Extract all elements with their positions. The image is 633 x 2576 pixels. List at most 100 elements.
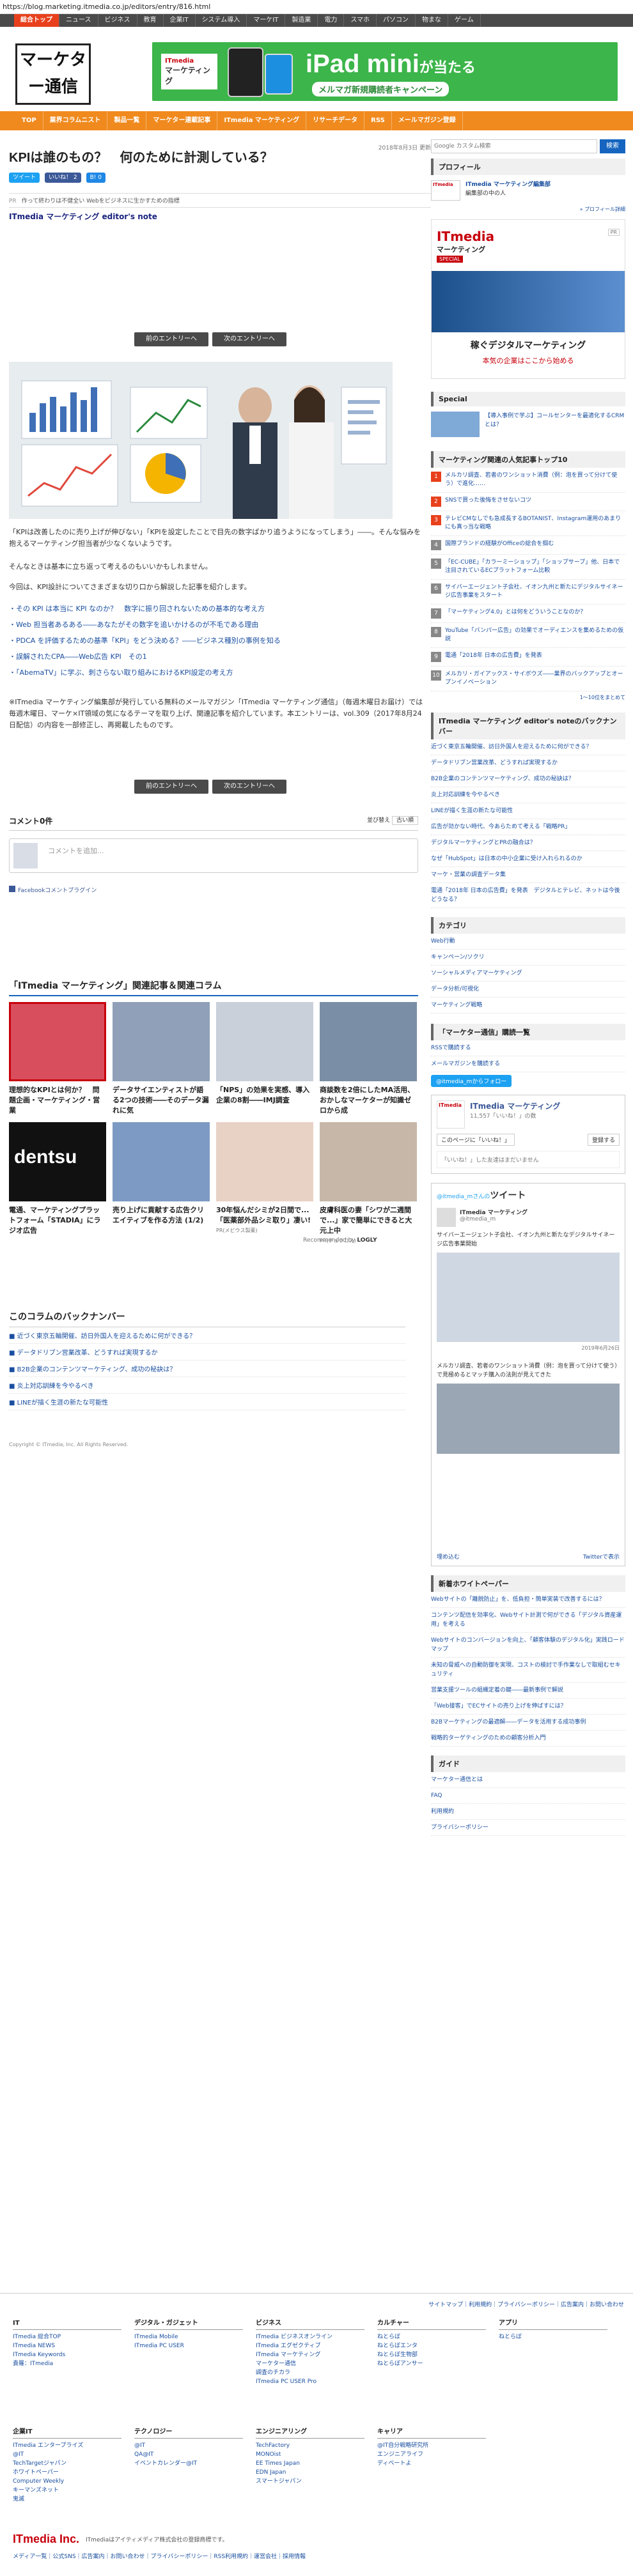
- footer-link[interactable]: QA@IT: [134, 2450, 243, 2459]
- fb-share-button[interactable]: 登録する: [587, 1134, 620, 1146]
- editors-item[interactable]: マーケ・営業の調査データ集: [431, 867, 625, 883]
- footer-link[interactable]: ITmedia 総合TOP: [13, 2333, 121, 2341]
- footer-link[interactable]: @IT自分戦略研究所: [377, 2441, 486, 2450]
- ranking-item[interactable]: 10 メルカリ・ガイアックス・サイボウズ――業界のバックアップとオープンイノベーシ…: [431, 667, 625, 691]
- special-item[interactable]: 【導入事例で学ぶ】コールセンターを最適化するCRMとは？: [431, 406, 625, 442]
- ranking-item[interactable]: 9 電通「2018年 日本の広告費」を発表: [431, 648, 625, 667]
- editors-item[interactable]: 炎上対応訓練を今やるべき: [431, 787, 625, 803]
- whitepaper-item[interactable]: B2Bマーケティングの最適解――データを活用する成功事例: [431, 1715, 625, 1731]
- category-item[interactable]: データ分析/可視化: [431, 982, 625, 998]
- hatena-bookmark-button[interactable]: B! 0: [86, 173, 106, 183]
- whitepaper-item[interactable]: Webサイトの「離脱防止」を、低負担・簡単実装で改善するには？: [431, 1592, 625, 1608]
- subscribe-item[interactable]: メールマガジンを購読する: [431, 1056, 625, 1072]
- tweet-view-link[interactable]: Twitterで表示: [583, 1552, 620, 1561]
- category-item[interactable]: マーケティング戦略: [431, 998, 625, 1014]
- fb-like-page-button[interactable]: このページに「いいね！」: [437, 1134, 515, 1146]
- facebook-like-button[interactable]: いいね！ 2: [45, 173, 81, 183]
- logly-logo[interactable]: LOGLY: [357, 1237, 377, 1244]
- editors-item[interactable]: 近づく東京五輪開催、訪日外国人を迎えるために何ができる？: [431, 739, 625, 755]
- site-nav-item[interactable]: 製品一覧: [107, 111, 147, 130]
- footer-link[interactable]: キーマンズネット: [13, 2486, 121, 2495]
- related-article-link[interactable]: ・Web 担当者あるある――あなたがその数字を追いかけるのが不毛である理由: [9, 619, 281, 629]
- site-nav-item[interactable]: 業界コラムニスト: [43, 111, 108, 130]
- comment-input[interactable]: コメントを追加...: [9, 838, 418, 873]
- sort-select[interactable]: 古い順: [391, 816, 418, 825]
- whitepaper-item[interactable]: 「Web接客」でECサイトの売り上げを伸ばすには？: [431, 1699, 625, 1715]
- backnumber-item[interactable]: ■ 炎上対応訓練を今やるべき: [9, 1377, 405, 1394]
- next-entry-button-bottom[interactable]: 次のエントリーへ: [212, 780, 286, 794]
- footer-link[interactable]: ITmedia PC USER: [134, 2341, 243, 2350]
- related-article-link[interactable]: ・「AbemaTV」に学ぶ、刺さらない取り組みにおけるKPI設定の考え方: [9, 667, 281, 677]
- backnumber-item[interactable]: ■ LINEが描く生涯の新たな可能性: [9, 1394, 405, 1410]
- footer-link[interactable]: ねとらぼ生物部: [377, 2350, 486, 2359]
- related-card[interactable]: 30年悩んだシミが2日間で...「医薬部外品シミ取り」凄い! PR(メビウス製薬): [216, 1122, 313, 1234]
- footer-link[interactable]: @IT: [13, 2450, 121, 2459]
- backnumber-item[interactable]: ■ 近づく東京五輪開催、訪日外国人を迎えるために何ができる？: [9, 1327, 405, 1344]
- footer-link[interactable]: ITmedia マーケティング: [256, 2350, 364, 2359]
- editors-item[interactable]: 広告が効かない時代、今あらためて考える「戦略PR」: [431, 819, 625, 835]
- category-item[interactable]: Web行動: [431, 934, 625, 950]
- footer-link[interactable]: TechTargetジャパン: [13, 2459, 121, 2468]
- site-nav-item[interactable]: TOP: [15, 111, 43, 130]
- ranking-item[interactable]: 3 テレビCMなしでも急成長するBOTANIST、Instagram運用のあまりに…: [431, 511, 625, 536]
- global-nav-item[interactable]: 教育: [137, 14, 164, 27]
- related-card[interactable]: 商談数を2倍にしたMA活用、おかしなマーケターが知識ゼロから成: [320, 1002, 417, 1116]
- tweet-button[interactable]: ツイート: [9, 173, 40, 183]
- footer-link[interactable]: ねとらぼ: [377, 2333, 486, 2341]
- pr-line[interactable]: PR 作って終わりは不健全い Webをビジネスに生かすための指標: [9, 193, 431, 208]
- footer-link[interactable]: ねとらぼアンサー: [377, 2359, 486, 2368]
- footer-links[interactable]: サイトマップ｜利用規約｜プライバシーポリシー｜広告案内｜お問い合わせ: [428, 2300, 624, 2308]
- ranking-item[interactable]: 7 「マーケティング4.0」とは何をどういうことなのか？: [431, 605, 625, 623]
- fb-page-name[interactable]: ITmedia マーケティング: [470, 1100, 560, 1111]
- ranking-item[interactable]: 8 YouTube「バンパー広告」の効果でオーディエンスを集めるための仮説: [431, 623, 625, 648]
- related-card[interactable]: 売り上げに貢献する広告クリエイティブを作る方法 (1/2): [113, 1122, 210, 1226]
- global-nav-item[interactable]: 物まな: [416, 14, 449, 27]
- footer-link[interactable]: ねとらぼエンタ: [377, 2341, 486, 2350]
- footer-link[interactable]: スマートジャパン: [256, 2477, 364, 2486]
- global-nav-item[interactable]: 製造業: [285, 14, 318, 27]
- related-card[interactable]: 「NPS」の効果を実感、導入企業の8割――IMJ調査: [216, 1002, 313, 1106]
- tweet-image-2[interactable]: [437, 1384, 620, 1454]
- site-logo[interactable]: マーケター通信: [15, 43, 91, 105]
- site-nav-item[interactable]: メールマガジン登録: [392, 111, 463, 130]
- footer-link[interactable]: ディベートよ: [377, 2459, 486, 2468]
- footer-link[interactable]: Computer Weekly: [13, 2477, 121, 2486]
- related-card[interactable]: 皮膚科医の妻「シワが二週間で...」家で簡単にできると大元上中 PR(チュラコス): [320, 1122, 417, 1244]
- ranking-item[interactable]: 6 サイバーエージェント子会社、イオン九州と新たにデジタルサイネージ広告事業をスタ…: [431, 580, 625, 605]
- profile-more-link[interactable]: » プロフィール詳細: [431, 206, 625, 213]
- guide-item[interactable]: プライバシーポリシー: [431, 1820, 625, 1836]
- related-card[interactable]: データサイエンティストが語る2つの技術――そのデータ漏れに気: [113, 1002, 210, 1116]
- profile-name[interactable]: ITmedia マーケティング編集部: [465, 181, 551, 188]
- tweet-image-1[interactable]: [437, 1253, 620, 1342]
- related-card[interactable]: dentsu 電通、マーケティングプラットフォーム「STADIA」にラジオ広告: [9, 1122, 106, 1236]
- guide-item[interactable]: FAQ: [431, 1788, 625, 1804]
- guide-item[interactable]: マーケター通信とは: [431, 1772, 625, 1788]
- url-bar[interactable]: https://blog.marketing.itmedia.co.jp/edi…: [0, 0, 633, 14]
- follow-button[interactable]: @itmedia_mからフォロー: [431, 1075, 512, 1087]
- footer-link[interactable]: ねとらぼ: [499, 2333, 607, 2341]
- tweet-user-name[interactable]: ITmedia マーケティング: [460, 1210, 528, 1216]
- footer-link[interactable]: マーケター通信: [256, 2359, 364, 2368]
- editors-item[interactable]: なぜ「HubSpot」は日本の中小企業に受け入れられるのか: [431, 851, 625, 867]
- ranking-more-link[interactable]: 1〜10位をまとめて: [431, 694, 625, 701]
- footer-link[interactable]: 貴羅：ITmedia: [13, 2359, 121, 2368]
- footer-link[interactable]: 鬼滅: [13, 2495, 121, 2504]
- guide-item[interactable]: 利用規約: [431, 1804, 625, 1820]
- whitepaper-item[interactable]: 戦略的ターゲティングのための顧客分析入門: [431, 1731, 625, 1747]
- backnumber-item[interactable]: ■ データドリブン営業改革、どうすれば実現するか: [9, 1344, 405, 1361]
- facebook-plugin-label[interactable]: Facebookコメントプラグイン: [9, 886, 418, 894]
- ranking-item[interactable]: 4 国際ブランドの経験がOfficeの総合を掴む: [431, 536, 625, 555]
- footer-link[interactable]: MONOist: [256, 2450, 364, 2459]
- editors-item[interactable]: B2B企業のコンテンツマーケティング、成功の秘訣は？: [431, 771, 625, 787]
- editors-item[interactable]: デジタルマーケティングとPRの融合は？: [431, 835, 625, 851]
- editors-item[interactable]: 電通「2018年 日本の広告費」を発表 デジタルとテレビ、ネットは今後どうなる？: [431, 883, 625, 908]
- related-article-link[interactable]: ・その KPI は本当に KPI なのか？ 数字に振り回されないための基本的な考…: [9, 603, 281, 613]
- search-input[interactable]: [431, 139, 597, 153]
- whitepaper-item[interactable]: Webサイトのコンバージョンを向上、「顧客体験のデジタル化」実践ロードマップ: [431, 1633, 625, 1658]
- backnumber-item[interactable]: ■ B2B企業のコンテンツマーケティング、成功の秘訣は？: [9, 1361, 405, 1377]
- header-banner-ad[interactable]: ITmedia マーケティング iPad miniが当たる メルマガ新規購読者キャ…: [152, 42, 618, 101]
- global-nav-item[interactable]: システム導入: [196, 14, 247, 27]
- global-nav-item[interactable]: ニュース: [59, 14, 98, 27]
- footer-link[interactable]: ITmedia Keywords: [13, 2350, 121, 2359]
- ranking-item[interactable]: 5 「EC-CUBE」「カラーミーショップ」「ショップサーブ」他、日本で注目されて…: [431, 555, 625, 580]
